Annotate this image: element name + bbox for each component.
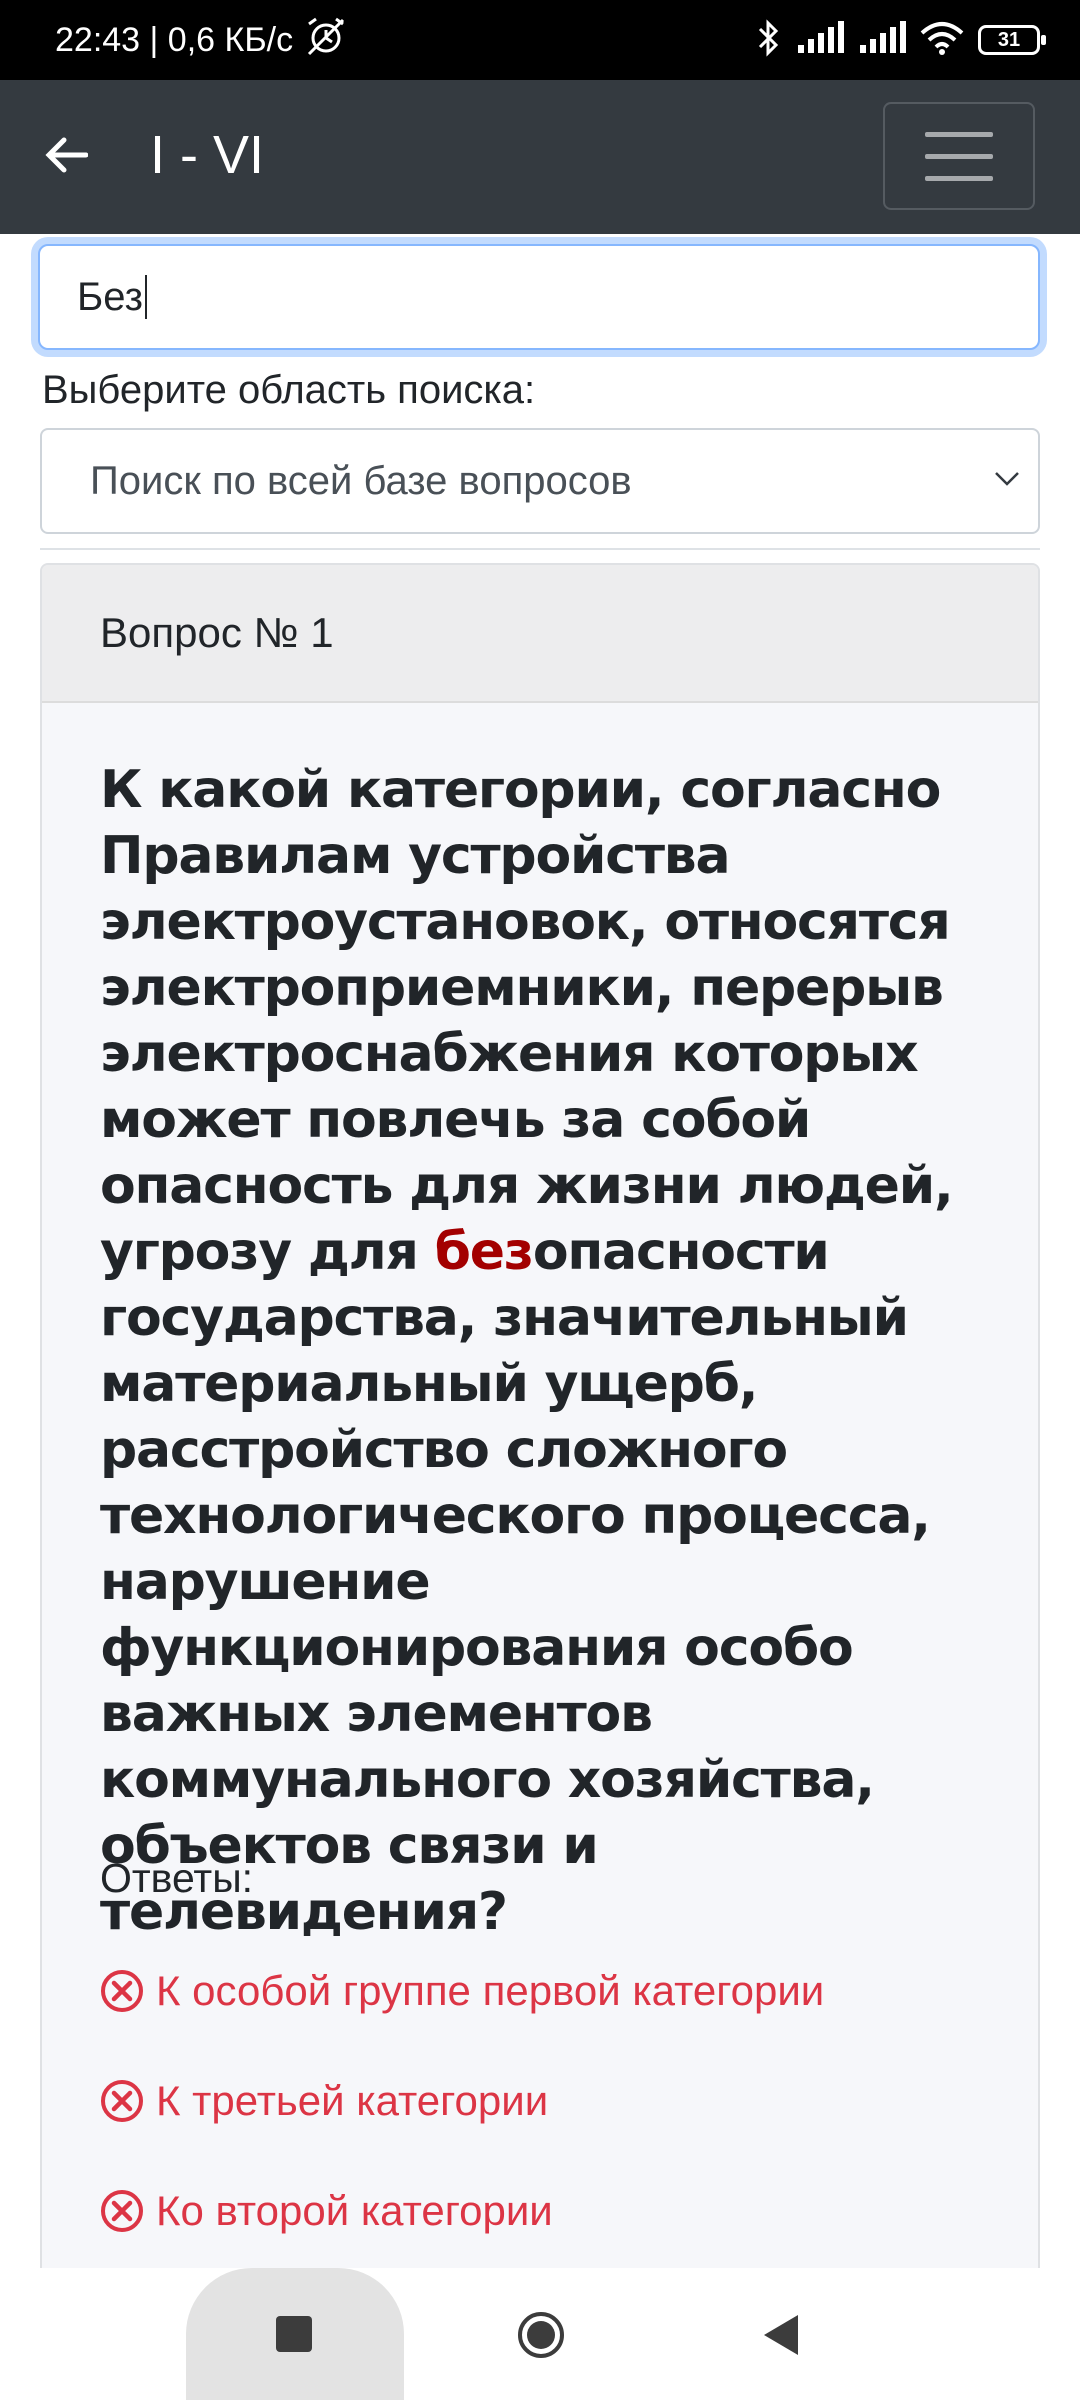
status-bar: 22:43 | 0,6 КБ/с 31 — [0, 0, 1080, 80]
question-text-after: опасности государства, значительный мате… — [100, 1222, 931, 1942]
status-time-speed: 22:43 | 0,6 КБ/с — [55, 20, 294, 59]
back-button[interactable] — [36, 125, 96, 185]
wrong-answer-icon — [101, 2190, 143, 2232]
question-text: К какой категории, согласно Правилам уст… — [100, 757, 1000, 1945]
question-header: Вопрос № 1 — [42, 565, 1038, 703]
battery-level: 31 — [997, 28, 1021, 51]
search-highlight: без — [434, 1222, 534, 1282]
chevron-down-icon — [995, 472, 1019, 486]
page-title: I - VI — [150, 125, 265, 185]
answer-text: К третьей категории — [156, 2077, 549, 2124]
hamburger-icon-line — [925, 131, 993, 137]
answers-label: Ответы: — [100, 1855, 254, 1901]
answer-text: Ко второй категории — [156, 2187, 553, 2234]
bluetooth-icon — [756, 18, 782, 63]
search-scope-select[interactable]: Поиск по всей базе вопросов — [40, 428, 1040, 534]
wifi-icon — [920, 21, 964, 60]
question-text-before: К какой категории, согласно Правилам уст… — [100, 760, 954, 1282]
answer-item: К особой группе первой категории — [100, 1967, 824, 2015]
signal-2-icon — [858, 20, 906, 60]
hamburger-icon-line — [925, 153, 993, 159]
question-card: Вопрос № 1 К какой категории, согласно П… — [40, 563, 1040, 2400]
wrong-answer-icon — [101, 2080, 143, 2122]
menu-toggle-button[interactable] — [883, 102, 1035, 210]
search-input[interactable]: Без — [38, 244, 1040, 350]
search-scope-selected: Поиск по всей базе вопросов — [90, 458, 632, 503]
answer-item: К третьей категории — [100, 2077, 548, 2125]
battery-icon: 31 — [978, 25, 1046, 55]
search-input-value: Без — [77, 274, 143, 319]
alarm-off-icon — [303, 16, 349, 65]
recents-square-icon[interactable] — [276, 2316, 312, 2352]
wrong-answer-icon — [101, 1970, 143, 2012]
text-caret — [144, 275, 147, 319]
answer-text: К особой группе первой категории — [156, 1967, 825, 2014]
signal-1-icon — [796, 20, 844, 60]
arrow-left-icon — [45, 137, 88, 173]
search-scope-label: Выберите область поиска: — [42, 368, 536, 412]
home-circle-icon[interactable] — [517, 2311, 565, 2359]
hamburger-icon-line — [925, 175, 993, 181]
app-bar: I - VI — [0, 80, 1080, 234]
back-triangle-icon[interactable] — [760, 2312, 802, 2358]
answer-item: Ко второй категории — [100, 2187, 553, 2235]
divider — [40, 548, 1040, 550]
